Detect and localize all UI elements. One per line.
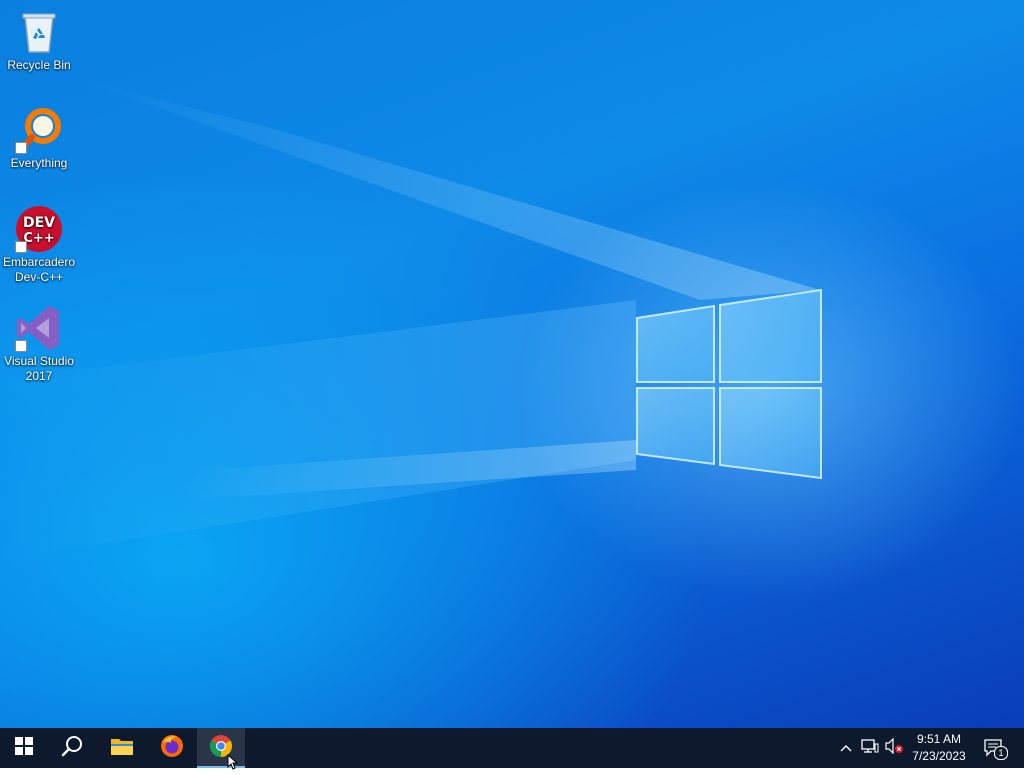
- windows-logo-wallpaper: [634, 288, 824, 480]
- devcpp-icon: DEV C++: [15, 205, 63, 253]
- svg-text:C++: C++: [23, 231, 54, 246]
- windows-start-icon: [15, 736, 33, 760]
- search-button[interactable]: [48, 728, 96, 768]
- desktop-icon-recycle-bin[interactable]: Recycle Bin: [1, 8, 77, 73]
- svg-text:DEV: DEV: [23, 215, 55, 231]
- search-icon: [61, 735, 83, 762]
- network-icon: [861, 738, 879, 759]
- desktop-icon-devcpp[interactable]: DEV C++ Embarcadero Dev-C++: [1, 205, 77, 285]
- system-clock[interactable]: 9:51 AM 7/23/2023: [904, 731, 974, 765]
- wallpaper-light-beams: [0, 0, 1024, 728]
- desktop-icon-label: Recycle Bin: [7, 58, 71, 72]
- action-center-button[interactable]: 1: [982, 738, 1008, 760]
- folder-icon: [110, 736, 134, 761]
- shortcut-arrow-icon: [15, 142, 27, 154]
- volume-button[interactable]: [884, 737, 904, 759]
- volume-muted-icon: [884, 737, 904, 759]
- show-hidden-icons-button[interactable]: [836, 738, 856, 758]
- chevron-up-icon: [840, 739, 852, 757]
- desktop-icon-label: Embarcadero Dev-C++: [2, 255, 76, 284]
- notification-count-badge: 1: [994, 746, 1008, 760]
- recycle-bin-icon: [15, 8, 63, 56]
- notification-icon: 1: [984, 739, 1008, 760]
- desktop-icon-label: Visual Studio 2017: [4, 354, 74, 383]
- clock-time: 9:51 AM: [916, 732, 962, 746]
- network-button[interactable]: [860, 738, 880, 758]
- visual-studio-icon: [15, 304, 63, 352]
- taskbar-file-explorer[interactable]: [98, 728, 146, 768]
- taskbar: 9:51 AM 7/23/2023 1: [0, 728, 1024, 768]
- start-button[interactable]: [0, 728, 48, 768]
- taskbar-firefox[interactable]: [148, 728, 196, 768]
- desktop-icon-label: Everything: [10, 156, 68, 170]
- desktop-icon-visual-studio[interactable]: Visual Studio 2017: [1, 304, 77, 384]
- everything-search-icon: [15, 106, 63, 154]
- clock-date: 7/23/2023: [912, 749, 966, 763]
- firefox-icon: [160, 734, 184, 763]
- shortcut-arrow-icon: [15, 340, 27, 352]
- desktop[interactable]: Recycle Bin Everything DEV C++ Embarcade…: [0, 0, 1024, 728]
- shortcut-arrow-icon: [15, 241, 27, 253]
- desktop-icon-everything[interactable]: Everything: [1, 106, 77, 171]
